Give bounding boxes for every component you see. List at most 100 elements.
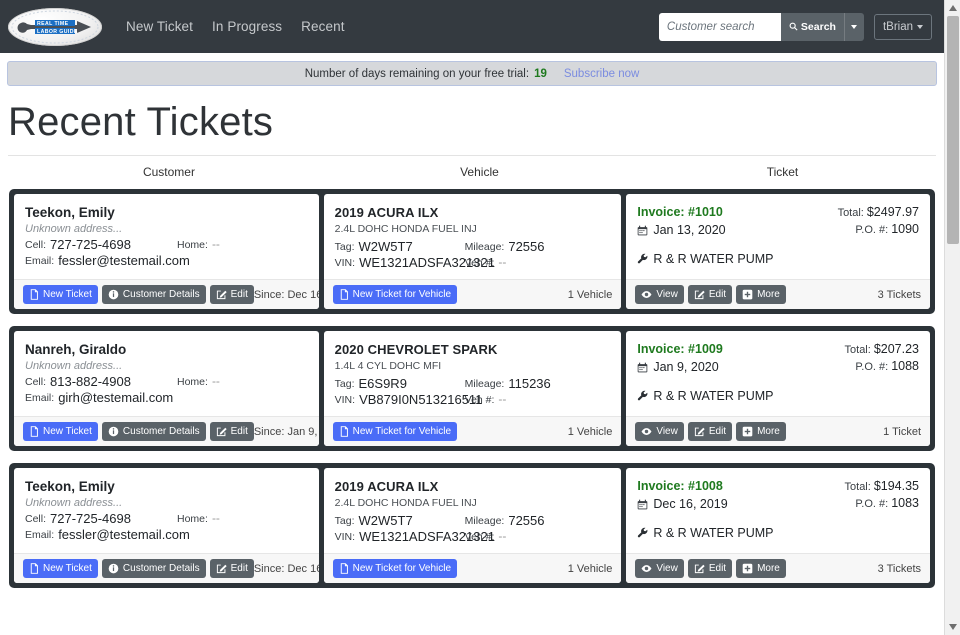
info-circle-icon <box>108 563 119 574</box>
customer-name: Nanreh, Giraldo <box>25 342 308 357</box>
po-value: 1083 <box>891 496 919 510</box>
invoice-number[interactable]: Invoice: #1010 <box>637 205 837 219</box>
new-ticket-for-vehicle-button[interactable]: New Ticket for Vehicle <box>333 422 457 441</box>
scrollbar-thumb[interactable] <box>947 16 959 244</box>
nav-link-in-progress[interactable]: In Progress <box>212 19 282 34</box>
vehicle-tag: Tag: W2W5T7 <box>335 239 465 254</box>
invoice-number[interactable]: Invoice: #1008 <box>637 479 844 493</box>
vehicle-tag: Tag: W2W5T7 <box>335 513 465 528</box>
new-ticket-for-vehicle-button-label: New Ticket for Vehicle <box>353 289 451 300</box>
tag-label: Tag: <box>335 515 355 528</box>
trial-message: Number of days remaining on your free tr… <box>305 68 529 80</box>
customer-card-footer: New Ticket Customer Details Edit Since: … <box>14 279 319 309</box>
po-label: P.O. #: <box>855 361 888 373</box>
new-ticket-button[interactable]: New Ticket <box>23 559 98 578</box>
edit-customer-button[interactable]: Edit <box>210 285 254 304</box>
edit-ticket-button[interactable]: Edit <box>688 422 732 441</box>
search-dropdown-toggle[interactable] <box>844 13 864 41</box>
wrench-icon <box>637 390 649 402</box>
new-ticket-button[interactable]: New Ticket <box>23 422 98 441</box>
info-circle-icon <box>108 289 119 300</box>
info-circle-icon <box>108 426 119 437</box>
ticket-card-footer: View Edit More 1 Ticket <box>626 416 930 446</box>
new-ticket-for-vehicle-button[interactable]: New Ticket for Vehicle <box>333 285 457 304</box>
calendar-icon <box>637 499 648 510</box>
customer-card-body: Teekon, Emily Unknown address... Cell: 7… <box>14 194 319 279</box>
search-input[interactable] <box>659 13 781 41</box>
more-ticket-button[interactable]: More <box>736 559 786 578</box>
customer-details-button[interactable]: Customer Details <box>102 422 206 441</box>
po-label: P.O. #: <box>855 224 888 236</box>
vehicle-vin-line: VIN: WE1321ADSFA321321 Veh #: -- <box>335 529 611 544</box>
vehicle-vin: VIN: WE1321ADSFA321321 <box>335 529 465 544</box>
cell-label: Cell: <box>25 513 46 526</box>
tag-label: Tag: <box>335 241 355 254</box>
nav-link-recent[interactable]: Recent <box>301 19 344 34</box>
view-ticket-button-label: View <box>656 563 678 574</box>
mileage-value: 115236 <box>508 376 550 391</box>
user-menu-label: tBrian <box>883 21 913 33</box>
column-header-customer: Customer <box>10 165 328 179</box>
total-label: Total: <box>838 207 864 219</box>
scroll-down-arrow[interactable] <box>945 619 960 635</box>
email-value: girh@testemail.com <box>58 390 173 405</box>
vehicle-tag-line: Tag: W2W5T7 Mileage: 72556 <box>335 513 611 528</box>
invoice-number[interactable]: Invoice: #1009 <box>637 342 844 356</box>
ticket-summary-right: Total:$194.35 P.O. #:1083 <box>845 479 919 513</box>
user-menu[interactable]: tBrian <box>874 14 932 40</box>
scroll-up-arrow[interactable] <box>945 0 960 16</box>
subscribe-now-link[interactable]: Subscribe now <box>564 68 639 80</box>
more-ticket-button[interactable]: More <box>736 285 786 304</box>
customer-details-button-label: Customer Details <box>123 289 200 300</box>
mileage-label: Mileage: <box>465 241 505 254</box>
ticket-job-value: R & R WATER PUMP <box>653 526 773 540</box>
new-ticket-button[interactable]: New Ticket <box>23 285 98 304</box>
vehicle-card: 2019 ACURA ILX 2.4L DOHC HONDA FUEL INJ … <box>324 468 622 583</box>
customer-card-footer: New Ticket Customer Details Edit Since: … <box>14 416 319 446</box>
new-ticket-button-label: New Ticket <box>43 289 92 300</box>
nav-link-new-ticket[interactable]: New Ticket <box>126 19 193 34</box>
file-icon <box>339 289 349 300</box>
ticket-job: R & R WATER PUMP <box>637 389 919 403</box>
view-ticket-button[interactable]: View <box>635 285 684 304</box>
ticket-count: 1 Ticket <box>883 426 921 438</box>
customer-details-button[interactable]: Customer Details <box>102 285 206 304</box>
nav-links: New Ticket In Progress Recent <box>126 19 345 34</box>
top-navbar: REAL TIME LABOR GUIDE New Ticket In Prog… <box>0 0 944 53</box>
new-ticket-for-vehicle-button[interactable]: New Ticket for Vehicle <box>333 559 457 578</box>
ticket-po: P.O. #:1083 <box>845 496 919 510</box>
search-button[interactable]: Search <box>781 13 844 41</box>
edit-customer-button[interactable]: Edit <box>210 559 254 578</box>
customer-email-line: Email: fessler@testemail.com <box>25 527 308 542</box>
edit-ticket-button[interactable]: Edit <box>688 559 732 578</box>
more-ticket-button-label: More <box>757 563 780 574</box>
customer-details-button-label: Customer Details <box>123 563 200 574</box>
file-icon <box>339 563 349 574</box>
veh-num-value: -- <box>498 529 506 544</box>
cell-label: Cell: <box>25 239 46 252</box>
trial-banner: Number of days remaining on your free tr… <box>7 61 937 86</box>
customer-cell: Cell: 813-882-4908 <box>25 374 177 389</box>
edit-customer-button-label: Edit <box>231 426 248 437</box>
cell-label: Cell: <box>25 376 46 389</box>
edit-customer-button[interactable]: Edit <box>210 422 254 441</box>
more-ticket-button[interactable]: More <box>736 422 786 441</box>
magnifier-icon <box>789 22 798 31</box>
view-ticket-button[interactable]: View <box>635 422 684 441</box>
tag-value: E6S9R9 <box>359 376 407 391</box>
ticket-card-footer: View Edit More 3 Tickets <box>626 553 930 583</box>
brand-logo[interactable]: REAL TIME LABOR GUIDE <box>8 8 102 46</box>
vertical-scrollbar[interactable] <box>944 0 960 635</box>
vehicle-engine: 2.4L DOHC HONDA FUEL INJ <box>335 223 611 235</box>
pencil-square-icon <box>216 426 227 437</box>
file-icon <box>29 289 39 300</box>
ticket-summary-right: Total:$2497.97 P.O. #:1090 <box>838 205 919 239</box>
svg-text:LABOR GUIDE: LABOR GUIDE <box>37 29 78 35</box>
ticket-row: Nanreh, Giraldo Unknown address... Cell:… <box>9 326 935 451</box>
customer-details-button[interactable]: Customer Details <box>102 559 206 578</box>
edit-ticket-button[interactable]: Edit <box>688 285 732 304</box>
view-ticket-button[interactable]: View <box>635 559 684 578</box>
view-ticket-button-label: View <box>656 426 678 437</box>
file-icon <box>29 563 39 574</box>
eye-icon <box>641 564 652 573</box>
